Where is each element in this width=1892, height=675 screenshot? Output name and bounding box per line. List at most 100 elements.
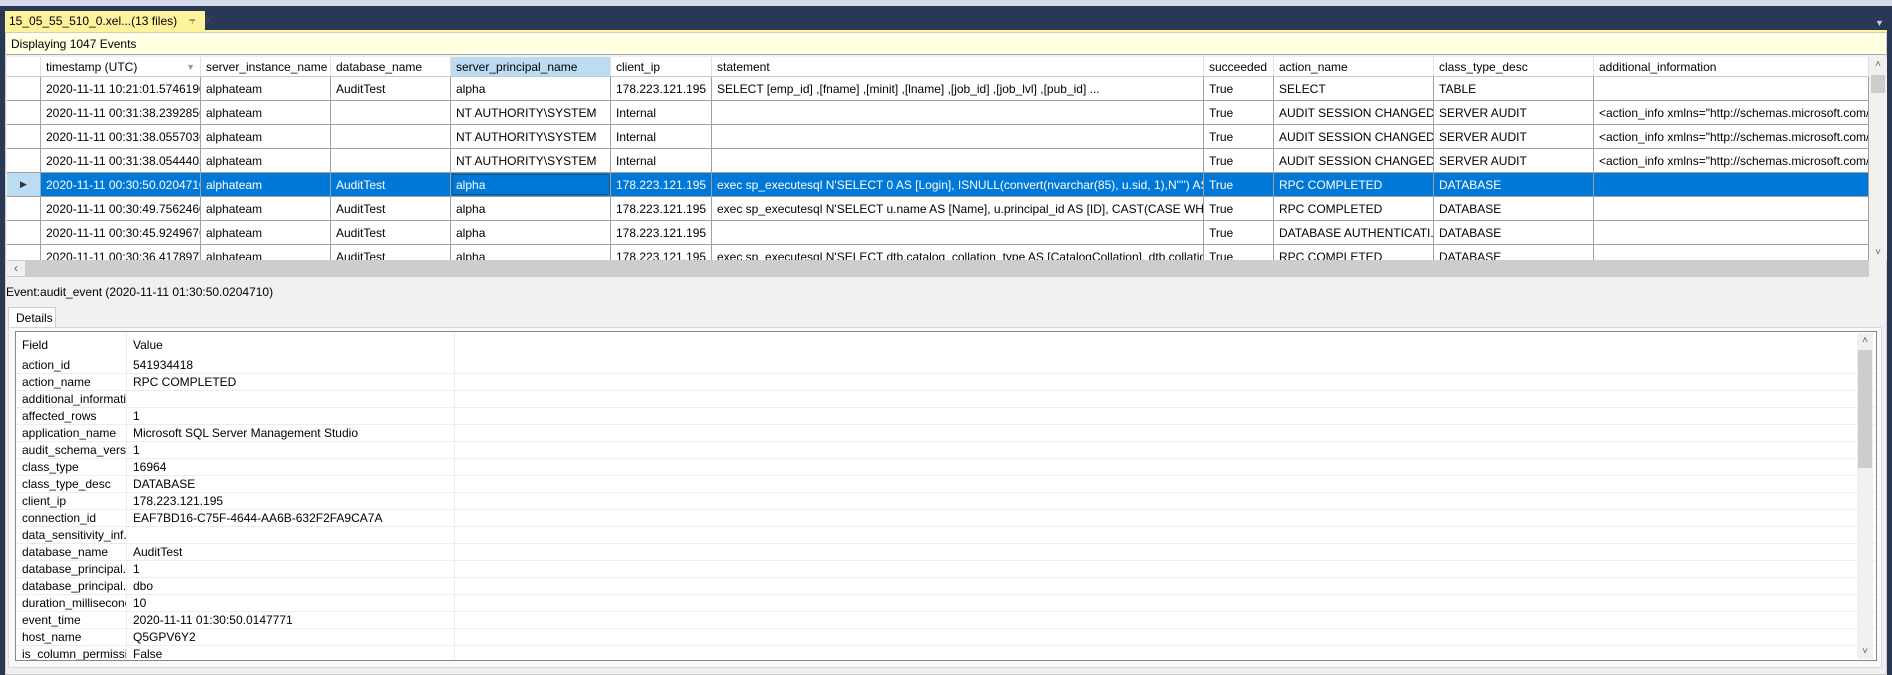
value-column-header[interactable]: Value xyxy=(127,332,455,357)
table-cell[interactable]: AuditTest xyxy=(331,77,451,100)
table-cell[interactable] xyxy=(712,149,1204,172)
scroll-down-icon[interactable]: ˅ xyxy=(1857,646,1873,657)
details-row[interactable]: application_name Microsoft SQL Server Man… xyxy=(16,425,1876,442)
table-cell[interactable] xyxy=(712,101,1204,124)
table-cell[interactable]: SERVER AUDIT xyxy=(1434,125,1594,148)
row-selector[interactable] xyxy=(7,149,41,172)
table-row[interactable]: 2020-11-11 00:31:38.0544403 alphateam NT A… xyxy=(7,149,1869,173)
table-cell[interactable]: DATABASE AUTHENTICATI... xyxy=(1274,221,1434,244)
field-value[interactable] xyxy=(127,527,455,543)
field-value[interactable]: EAF7BD16-C75F-4644-AA6B-632F2FA9CA7A xyxy=(127,510,455,526)
scroll-down-icon[interactable]: ˅ xyxy=(1869,247,1887,258)
column-header[interactable]: additional_information xyxy=(1594,57,1869,76)
table-cell[interactable]: <action_info xmlns="http://schemas.micro… xyxy=(1594,149,1869,172)
details-row[interactable]: class_type_desc DATABASE xyxy=(16,476,1876,493)
table-cell[interactable] xyxy=(331,101,451,124)
table-cell[interactable] xyxy=(712,221,1204,244)
table-cell[interactable]: 178.223.121.195 xyxy=(611,221,712,244)
table-cell[interactable]: alphateam xyxy=(201,221,331,244)
table-cell[interactable]: alphateam xyxy=(201,77,331,100)
table-cell[interactable]: DATABASE xyxy=(1434,173,1594,196)
table-cell[interactable]: True xyxy=(1204,221,1274,244)
row-selector[interactable] xyxy=(7,77,41,100)
table-cell[interactable]: AuditTest xyxy=(331,221,451,244)
field-value[interactable]: dbo xyxy=(127,578,455,594)
table-cell[interactable]: DATABASE xyxy=(1434,245,1594,260)
scroll-thumb[interactable] xyxy=(1871,75,1885,93)
field-value[interactable]: 2020-11-11 01:30:50.0147771 xyxy=(127,612,455,628)
tab-dropdown-icon[interactable]: ▼ xyxy=(1875,18,1884,28)
field-value[interactable]: 10 xyxy=(127,595,455,611)
grid-horizontal-scrollbar[interactable]: ‹ xyxy=(7,260,1869,277)
close-icon[interactable]: ✕ xyxy=(203,13,214,29)
table-cell[interactable]: RPC COMPLETED xyxy=(1274,197,1434,220)
column-header[interactable]: database_name xyxy=(331,57,451,76)
table-cell[interactable]: alphateam xyxy=(201,197,331,220)
table-row[interactable]: ▶ 2020-11-11 00:30:50.0204710 alphateam Aud… xyxy=(7,173,1869,197)
table-cell[interactable]: alpha xyxy=(451,77,611,100)
field-value[interactable]: 1 xyxy=(127,408,455,424)
table-cell[interactable]: 178.223.121.195 xyxy=(611,245,712,260)
details-row[interactable]: database_principal... dbo xyxy=(16,578,1876,595)
table-cell[interactable] xyxy=(1594,173,1869,196)
table-cell[interactable]: <action_info xmlns="http://schemas.micro… xyxy=(1594,125,1869,148)
details-row[interactable]: database_principal... 1 xyxy=(16,561,1876,578)
table-cell[interactable]: exec sp_executesql N'SELECT u.name AS [N… xyxy=(712,197,1204,220)
table-cell[interactable]: AUDIT SESSION CHANGED xyxy=(1274,149,1434,172)
field-value[interactable]: 16964 xyxy=(127,459,455,475)
row-selector[interactable] xyxy=(7,125,41,148)
table-cell[interactable]: Internal xyxy=(611,125,712,148)
details-row[interactable]: audit_schema_vers... 1 xyxy=(16,442,1876,459)
grid-vertical-scrollbar[interactable]: ˄ ˅ xyxy=(1869,57,1887,260)
table-cell[interactable]: SERVER AUDIT xyxy=(1434,149,1594,172)
field-value[interactable]: False xyxy=(127,646,455,660)
table-cell[interactable]: True xyxy=(1204,77,1274,100)
table-cell[interactable]: Internal xyxy=(611,101,712,124)
table-cell[interactable] xyxy=(1594,221,1869,244)
document-tab[interactable]: 15_05_55_510_0.xel...(13 files) ⫧ ✕ xyxy=(5,11,214,31)
field-value[interactable]: RPC COMPLETED xyxy=(127,374,455,390)
table-cell[interactable]: AUDIT SESSION CHANGED xyxy=(1274,125,1434,148)
table-cell[interactable]: True xyxy=(1204,245,1274,260)
scroll-up-icon[interactable]: ˄ xyxy=(1869,59,1887,70)
table-cell[interactable]: NT AUTHORITY\SYSTEM xyxy=(451,101,611,124)
details-row[interactable]: client_ip 178.223.121.195 xyxy=(16,493,1876,510)
table-cell[interactable]: DATABASE xyxy=(1434,221,1594,244)
field-value[interactable]: Q5GPV6Y2 xyxy=(127,629,455,645)
details-row[interactable]: action_name RPC COMPLETED xyxy=(16,374,1876,391)
column-header[interactable]: server_principal_name xyxy=(451,57,611,76)
field-value[interactable]: DATABASE xyxy=(127,476,455,492)
column-header[interactable]: class_type_desc xyxy=(1434,57,1594,76)
table-cell[interactable]: 2020-11-11 00:30:45.9249676 xyxy=(41,221,201,244)
table-cell[interactable]: 178.223.121.195 xyxy=(611,173,712,196)
details-vertical-scrollbar[interactable]: ˄ ˅ xyxy=(1857,333,1873,659)
row-selector[interactable] xyxy=(7,221,41,244)
table-cell[interactable]: AuditTest xyxy=(331,197,451,220)
details-row[interactable]: duration_milliseconds 10 xyxy=(16,595,1876,612)
field-value[interactable]: 1 xyxy=(127,561,455,577)
details-row[interactable]: event_time 2020-11-11 01:30:50.0147771 xyxy=(16,612,1876,629)
table-cell[interactable]: TABLE xyxy=(1434,77,1594,100)
table-cell[interactable]: RPC COMPLETED xyxy=(1274,173,1434,196)
row-selector[interactable] xyxy=(7,101,41,124)
table-cell[interactable]: alphateam xyxy=(201,149,331,172)
table-cell[interactable]: 2020-11-11 00:30:49.7562460 xyxy=(41,197,201,220)
column-header[interactable]: client_ip xyxy=(611,57,712,76)
details-row[interactable]: additional_information xyxy=(16,391,1876,408)
table-cell[interactable]: alpha xyxy=(451,221,611,244)
table-cell[interactable]: 178.223.121.195 xyxy=(611,77,712,100)
table-cell[interactable]: 2020-11-11 00:31:38.2392856 xyxy=(41,101,201,124)
table-cell[interactable]: True xyxy=(1204,101,1274,124)
table-cell[interactable]: True xyxy=(1204,173,1274,196)
details-row[interactable]: database_name AuditTest xyxy=(16,544,1876,561)
table-cell[interactable]: 2020-11-11 00:30:36.4178977 xyxy=(41,245,201,260)
table-cell[interactable]: exec sp_executesql N'SELECT 0 AS [Login]… xyxy=(712,173,1204,196)
field-column-header[interactable]: Field xyxy=(16,332,127,357)
table-cell[interactable]: 178.223.121.195 xyxy=(611,197,712,220)
table-cell[interactable]: alpha xyxy=(451,197,611,220)
table-cell[interactable] xyxy=(1594,77,1869,100)
table-cell[interactable]: <action_info xmlns="http://schemas.micro… xyxy=(1594,101,1869,124)
column-header[interactable]: server_instance_name xyxy=(201,57,331,76)
table-cell[interactable]: SERVER AUDIT xyxy=(1434,101,1594,124)
table-cell[interactable]: True xyxy=(1204,197,1274,220)
